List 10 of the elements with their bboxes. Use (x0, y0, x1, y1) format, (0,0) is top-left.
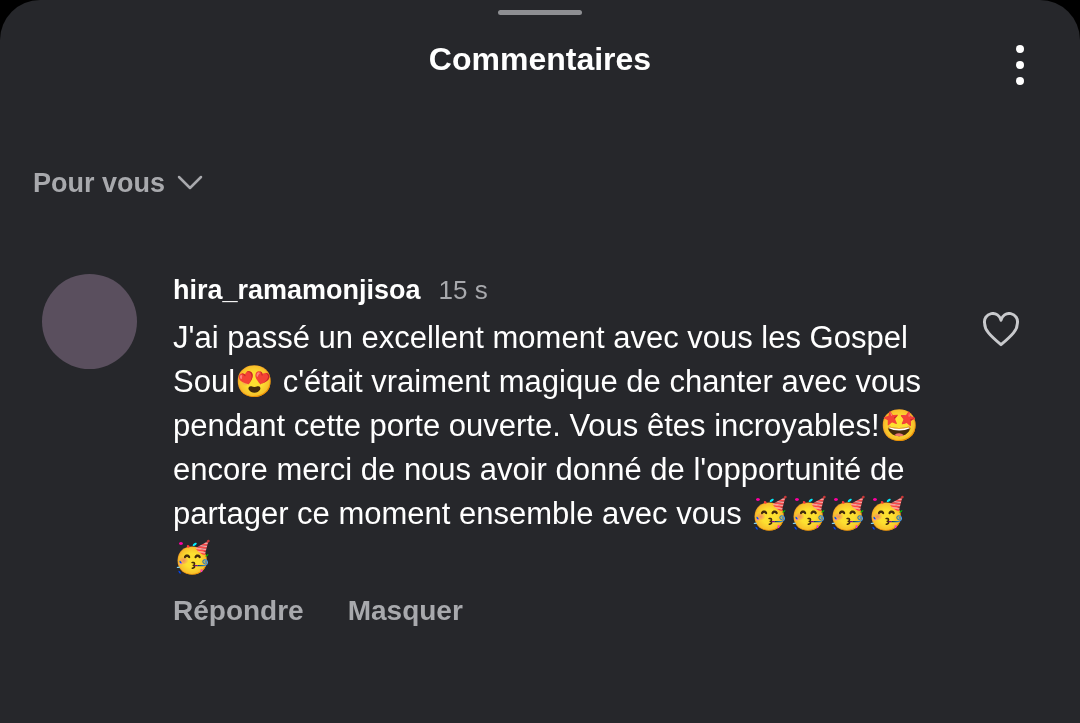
chevron-down-icon (177, 175, 204, 192)
username[interactable]: hira_ramamonjisoa (173, 269, 421, 310)
comment-action-link[interactable]: Masquer (347, 590, 463, 632)
sort-dropdown[interactable]: Pour vous (33, 163, 204, 204)
heart-icon[interactable] (981, 311, 1021, 348)
sheet-title: Commentaires (428, 40, 652, 79)
comment-action-link[interactable]: Répondre (173, 590, 304, 632)
comment-text: J'ai passé un excellent moment avec vous les Gospel Soul😍 c'était vraiment magique de chanter avec vous pendant cette porte ouverte. Vous êtes incroyables!🤩 encore merci de nous avoir donné de l'opportunité de partager ce moment ensemble avec vous 🥳🥳🥳🥳🥳 (173, 319, 922, 577)
drag-handle[interactable] (498, 10, 582, 15)
comment-time: 15 s (438, 273, 488, 307)
